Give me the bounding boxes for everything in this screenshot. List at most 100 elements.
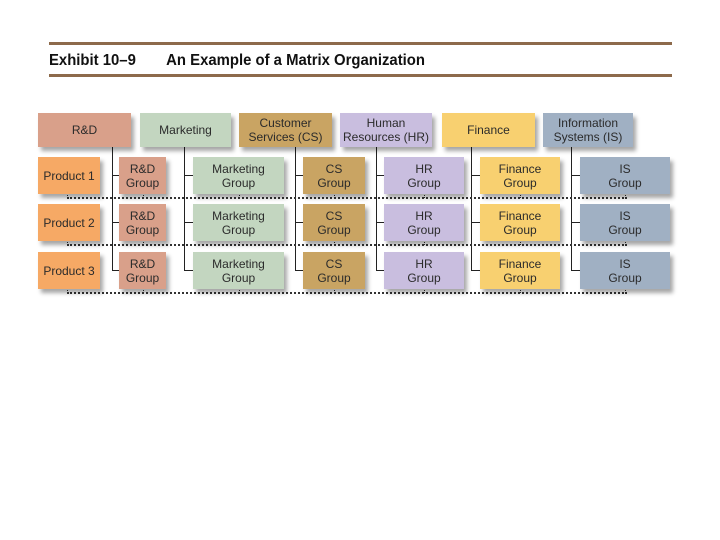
group-label: CS Group — [317, 162, 350, 190]
connector-stub — [571, 222, 580, 223]
connector-stub — [295, 270, 303, 271]
header-line2: Services (CS) — [248, 130, 323, 144]
group-line2: Group — [608, 270, 642, 285]
product-2: Product 2 — [38, 204, 100, 241]
finance-group-product-1: Finance Group — [480, 157, 560, 194]
product-label: Product 1 — [43, 168, 95, 183]
connector-hr — [376, 147, 377, 271]
function-header-hr: Human Resources (HR) — [340, 113, 432, 147]
connector-stub — [471, 222, 480, 223]
connector-cs — [295, 147, 296, 271]
rd-group-product-2: R&D Group — [119, 204, 166, 241]
group-label: CS Group — [317, 209, 350, 237]
connector-stub — [295, 175, 303, 176]
group-label: IS Group — [608, 209, 641, 237]
function-header-is: Information Systems (IS) — [543, 113, 633, 147]
group-line1: R&D — [129, 208, 156, 223]
header-line2: Resources (HR) — [342, 130, 429, 144]
group-line2: Group — [125, 175, 160, 190]
top-rule — [49, 42, 672, 45]
is-group-product-1: IS Group — [580, 157, 670, 194]
is-group-product-3: IS Group — [580, 252, 670, 289]
product-label: Product 2 — [43, 215, 95, 230]
finance-group-product-3: Finance Group — [480, 252, 560, 289]
connector-finance — [471, 147, 472, 271]
group-label: R&D Group — [126, 209, 159, 237]
group-label: IS Group — [608, 162, 641, 190]
group-line1: HR — [415, 256, 433, 271]
group-line1: CS — [325, 208, 343, 223]
group-line2: Group — [503, 222, 537, 237]
group-line1: Finance — [498, 161, 542, 176]
group-label: HR Group — [407, 209, 440, 237]
header-line1: Human — [366, 116, 406, 130]
group-line1: Marketing — [212, 208, 265, 223]
group-label: R&D Group — [126, 162, 159, 190]
function-header-rd: R&D — [38, 113, 131, 147]
group-label: R&D Group — [126, 257, 159, 285]
header-label: Marketing — [159, 123, 212, 137]
group-line2: Group — [317, 270, 351, 285]
header-label: Customer Services (CS) — [248, 116, 322, 144]
header-label: R&D — [71, 123, 98, 137]
header-label: Human Resources (HR) — [343, 116, 429, 144]
group-line1: Marketing — [212, 256, 265, 271]
group-label: CS Group — [317, 257, 350, 285]
product-line-2 — [67, 244, 627, 246]
hr-group-product-1: HR Group — [384, 157, 464, 194]
connector-marketing — [184, 147, 185, 271]
product-1: Product 1 — [38, 157, 100, 194]
connector-rd — [112, 147, 113, 271]
connector-is — [571, 147, 572, 271]
group-line1: IS — [619, 161, 631, 176]
hr-group-product-3: HR Group — [384, 252, 464, 289]
exhibit-title: Exhibit 10–9 An Example of a Matrix Organ… — [49, 52, 425, 70]
cs-group-product-3: CS Group — [303, 252, 365, 289]
finance-group-product-2: Finance Group — [480, 204, 560, 241]
group-line1: IS — [619, 208, 631, 223]
group-line1: R&D — [129, 161, 156, 176]
group-label: HR Group — [407, 257, 440, 285]
marketing-group-product-1: Marketing Group — [193, 157, 284, 194]
product-line-3 — [67, 292, 627, 294]
cs-group-product-2: CS Group — [303, 204, 365, 241]
group-line1: Finance — [498, 256, 542, 271]
group-line2: Group — [608, 222, 642, 237]
connector-stub — [571, 270, 580, 271]
header-line1: Customer — [259, 116, 312, 130]
bottom-rule — [49, 74, 672, 77]
group-line2: Group — [125, 222, 160, 237]
group-label: Finance Group — [499, 257, 542, 285]
connector-stub — [471, 270, 480, 271]
group-label: Marketing Group — [212, 209, 265, 237]
connector-stub — [184, 270, 193, 271]
exhibit-number: Exhibit 10–9 — [49, 52, 136, 69]
connector-stub — [376, 270, 384, 271]
hr-group-product-2: HR Group — [384, 204, 464, 241]
connector-stub — [112, 270, 119, 271]
group-line2: Group — [317, 222, 351, 237]
connector-stub — [376, 222, 384, 223]
group-line2: Group — [503, 175, 537, 190]
connector-stub — [184, 175, 193, 176]
group-line2: Group — [221, 175, 256, 190]
header-label: Information Systems (IS) — [554, 116, 623, 144]
group-line1: Marketing — [212, 161, 265, 176]
marketing-group-product-2: Marketing Group — [193, 204, 284, 241]
group-line2: Group — [503, 270, 537, 285]
group-line1: HR — [415, 161, 433, 176]
group-line2: Group — [608, 175, 642, 190]
product-label: Product 3 — [43, 263, 95, 278]
product-line-1 — [67, 197, 627, 199]
group-label: HR Group — [407, 162, 440, 190]
connector-stub — [295, 222, 303, 223]
group-label: Marketing Group — [212, 257, 265, 285]
marketing-group-product-3: Marketing Group — [193, 252, 284, 289]
group-line1: IS — [619, 256, 631, 271]
group-label: IS Group — [608, 257, 641, 285]
group-line2: Group — [221, 222, 256, 237]
group-line1: Finance — [498, 208, 542, 223]
group-label: Marketing Group — [212, 162, 265, 190]
group-label: Finance Group — [499, 209, 542, 237]
group-line1: CS — [325, 256, 343, 271]
